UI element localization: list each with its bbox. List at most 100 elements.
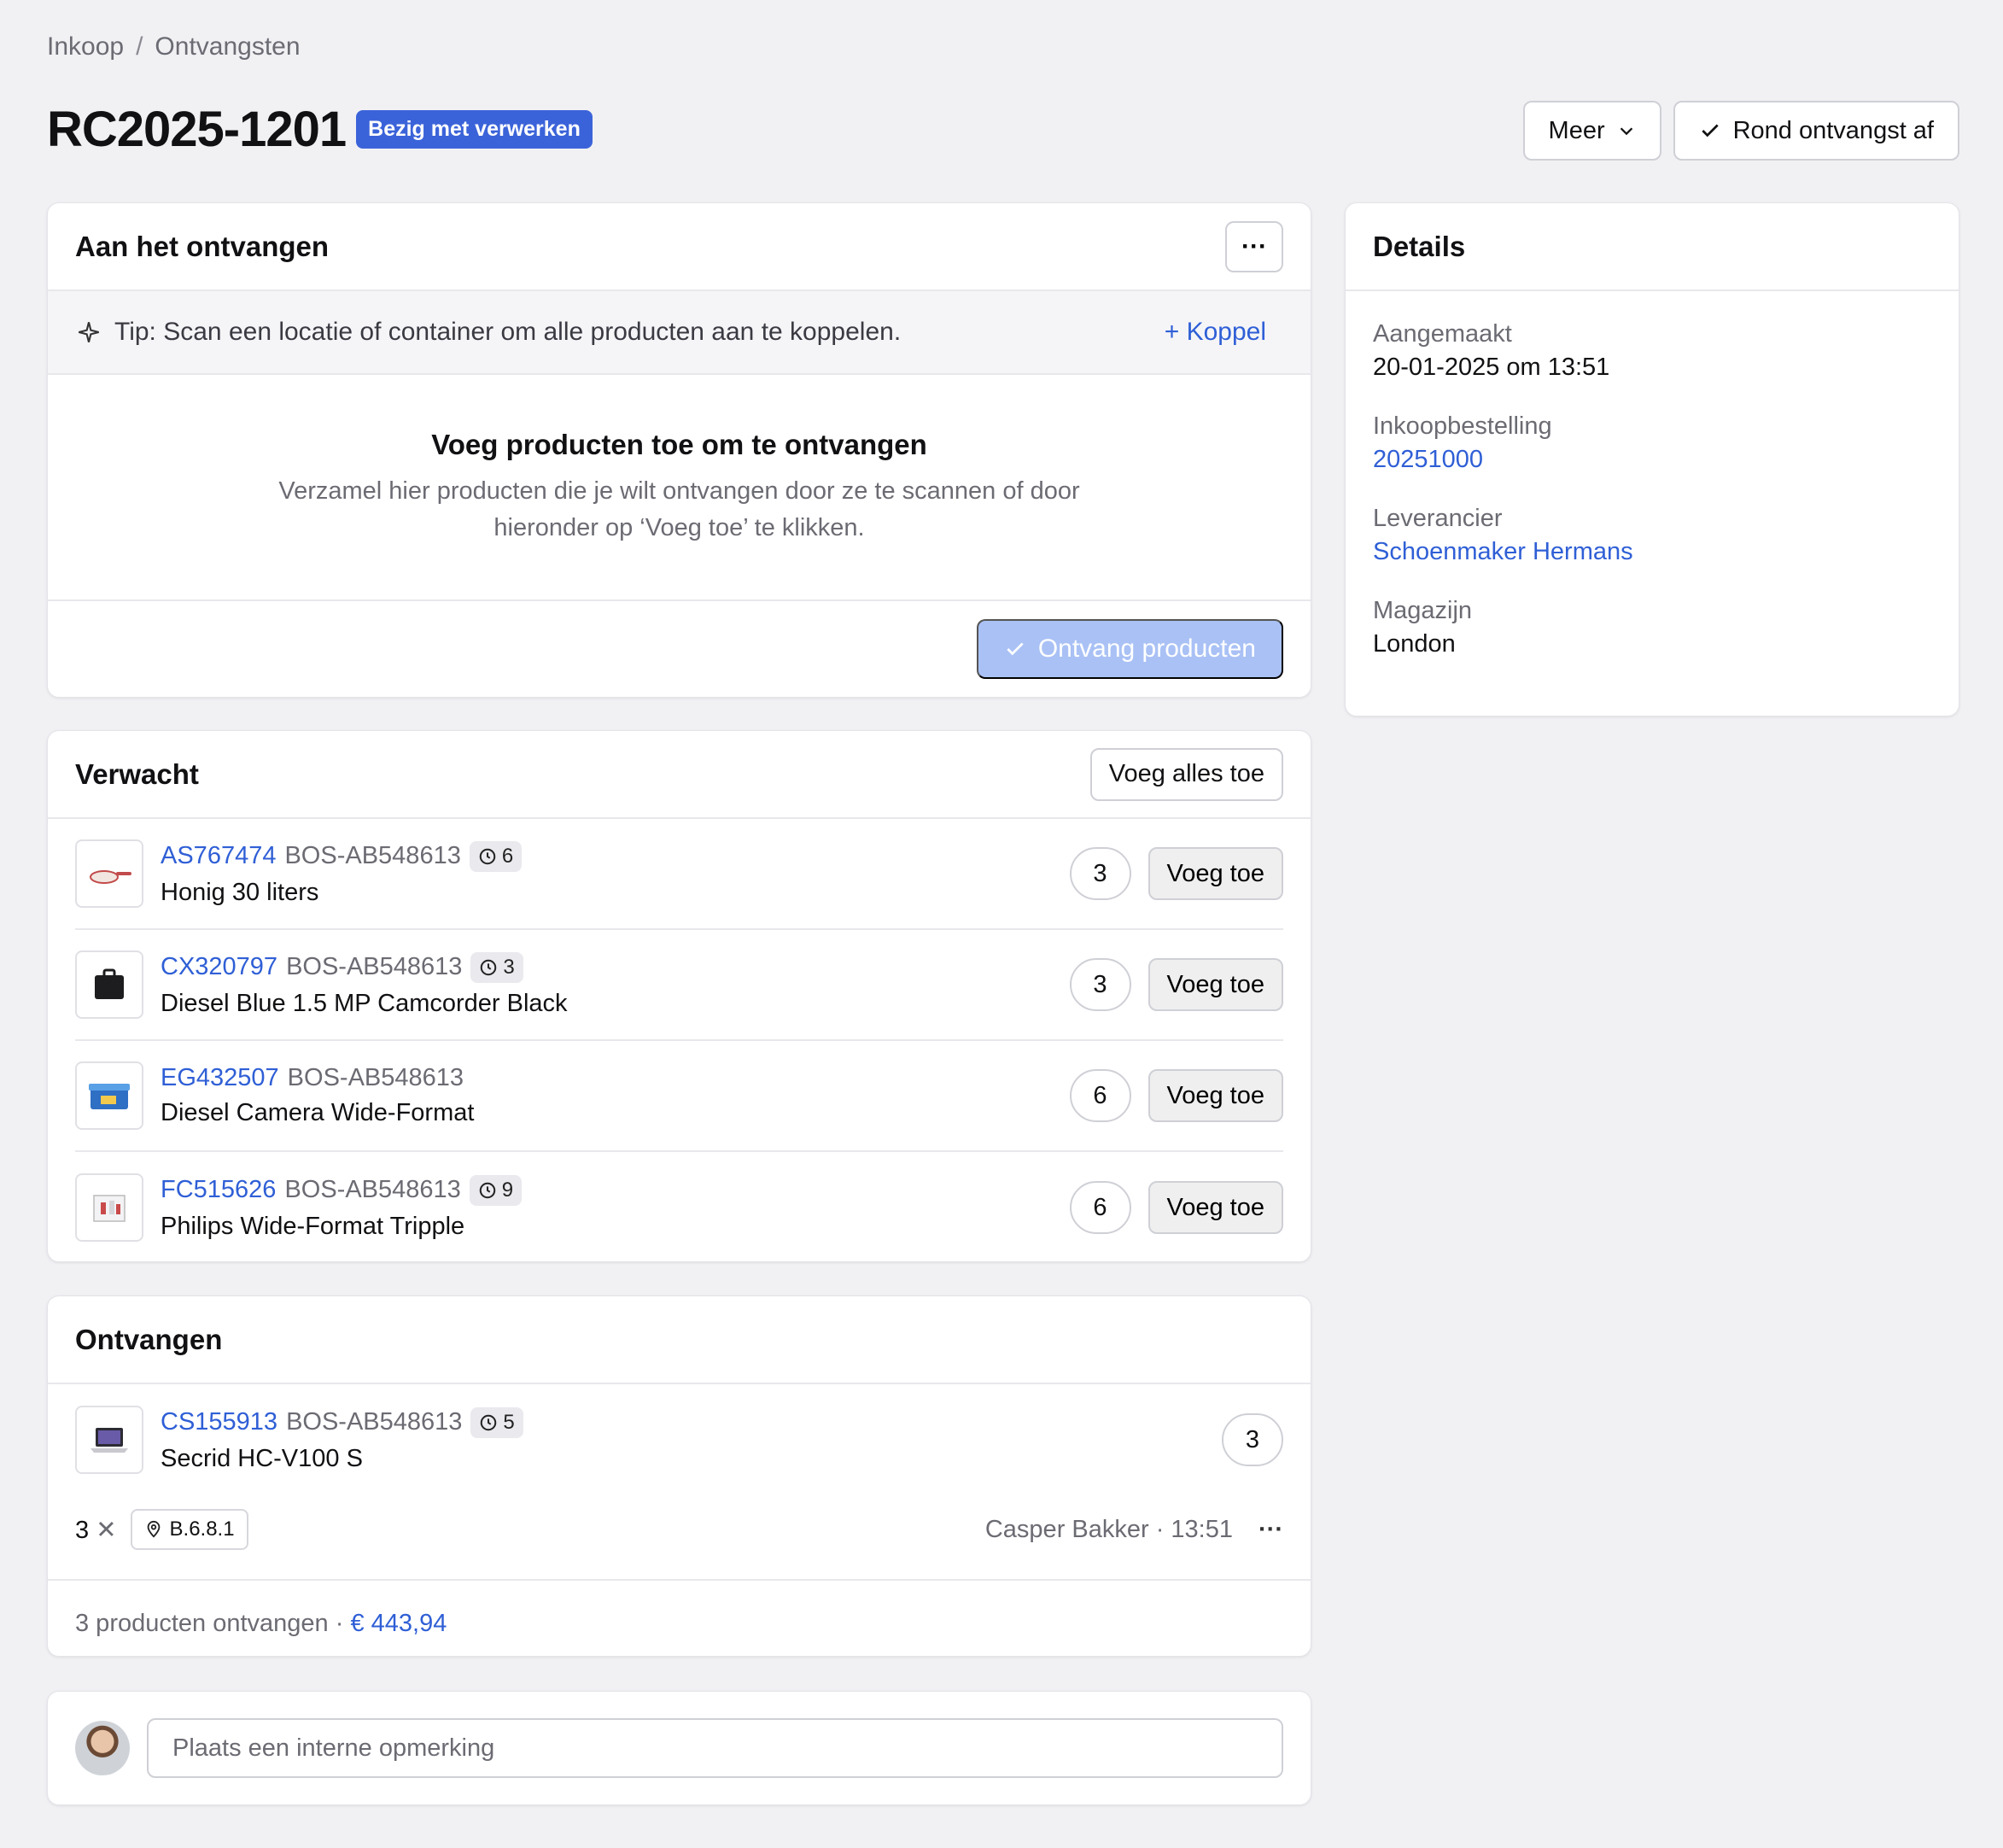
- storage-box-icon: [89, 1084, 130, 1109]
- clock-icon: [479, 848, 496, 864]
- received-by: Casper Bakker · 13:51: [984, 1515, 1234, 1543]
- sku-link[interactable]: CX320797: [161, 953, 277, 981]
- product-name: Diesel Camera Wide-Format: [161, 1099, 475, 1126]
- reference: BOS-AB548613: [286, 1408, 463, 1436]
- backorder-count: 3: [503, 955, 515, 979]
- sparkle-icon: [79, 322, 99, 342]
- map-pin-icon: [147, 1520, 160, 1538]
- sku-link[interactable]: CS155913: [161, 1408, 277, 1436]
- received-meta: 3 ✕ B.6.8.1 Casper Bakker · 13:51 ···: [75, 1495, 1283, 1564]
- purchase-order-link[interactable]: 20251000: [1373, 446, 1931, 474]
- avatar: [75, 1721, 130, 1775]
- product-name: Diesel Blue 1.5 MP Camcorder Black: [161, 989, 568, 1017]
- status-badge: Bezig met verwerken: [356, 110, 593, 149]
- add-all-button[interactable]: Voeg alles toe: [1089, 747, 1283, 801]
- created-value: 20-01-2025 om 13:51: [1373, 354, 1610, 381]
- quantity-badge: 6: [1069, 1181, 1131, 1234]
- add-button[interactable]: Voeg toe: [1147, 958, 1283, 1011]
- details-title: Details: [1373, 230, 1466, 262]
- chevron-down-icon: [1620, 127, 1632, 136]
- complete-receipt-button[interactable]: Rond ontvangst af: [1673, 101, 1959, 161]
- product-name: Philips Wide-Format Tripple: [161, 1212, 465, 1240]
- quantity-badge: 3: [1069, 958, 1131, 1011]
- add-all-label: Voeg alles toe: [1108, 760, 1264, 787]
- product-thumbnail: [75, 839, 143, 908]
- reference: BOS-AB548613: [287, 1064, 464, 1091]
- sku-link[interactable]: AS767474: [161, 842, 276, 870]
- comment-card: [47, 1691, 1311, 1805]
- product-thumbnail: [75, 1061, 143, 1130]
- expected-card: Verwacht Voeg alles toe AS767474 BOS-AB5…: [47, 730, 1311, 1262]
- laptop-icon: [91, 1428, 128, 1453]
- reference: BOS-AB548613: [284, 842, 461, 869]
- complete-label: Rond ontvangst af: [1732, 116, 1934, 144]
- received-card: Ontvangen CS155913 BOS-AB548613 5 Secrid…: [47, 1295, 1311, 1657]
- product-name: Secrid HC-V100 S: [161, 1444, 363, 1472]
- supplier-link[interactable]: Schoenmaker Hermans: [1373, 538, 1931, 566]
- clock-icon: [481, 1414, 497, 1430]
- more-button[interactable]: Meer: [1522, 101, 1661, 161]
- header-actions: Meer Rond ontvangst af: [1522, 101, 1959, 161]
- location-code: B.6.8.1: [169, 1518, 235, 1541]
- sku-link[interactable]: EG432507: [161, 1064, 279, 1092]
- briefcase-icon: [95, 968, 124, 999]
- tip-text: Tip: Scan een locatie of container om al…: [114, 318, 902, 346]
- list-item: EG432507 BOS-AB548613 Diesel Camera Wide…: [75, 1041, 1283, 1152]
- page-title: RC2025-1201: [47, 102, 347, 157]
- list-item: AS767474 BOS-AB548613 6 Honig 30 liters …: [75, 819, 1283, 930]
- empty-state: Voeg producten toe om te ontvangen Verza…: [48, 375, 1311, 601]
- tip-banner: Tip: Scan een locatie of container om al…: [48, 291, 1311, 375]
- quantity-badge: 6: [1069, 1069, 1131, 1122]
- more-options-button[interactable]: ···: [1225, 220, 1283, 272]
- receive-products-label: Ontvang producten: [1037, 635, 1256, 663]
- breadcrumb-item-inkoop[interactable]: Inkoop: [47, 32, 124, 61]
- breadcrumb: Inkoop / Ontvangsten: [47, 32, 301, 61]
- comment-input[interactable]: [147, 1718, 1283, 1778]
- close-icon: ✕: [96, 1516, 117, 1544]
- product-thumbnail: [75, 1173, 143, 1242]
- pan-icon: [90, 870, 131, 884]
- list-item: FC515626 BOS-AB548613 9 Philips Wide-For…: [75, 1152, 1283, 1263]
- ellipsis-icon: ···: [1241, 231, 1267, 260]
- link-button[interactable]: + Koppel: [1165, 318, 1266, 347]
- check-icon: [1701, 124, 1719, 137]
- location-chip[interactable]: B.6.8.1: [130, 1509, 248, 1550]
- receiving-title: Aan het ontvangen: [75, 230, 330, 262]
- backorder-count: 9: [501, 1178, 514, 1202]
- backorder-count: 5: [503, 1410, 515, 1434]
- receive-products-button[interactable]: Ontvang producten: [976, 619, 1283, 679]
- backorder-badge: 3: [470, 951, 523, 983]
- multiplier: 3 ✕: [75, 1516, 117, 1544]
- received-title: Ontvangen: [75, 1323, 223, 1355]
- check-icon: [1007, 642, 1024, 656]
- reference: BOS-AB548613: [284, 1176, 461, 1203]
- breadcrumb-separator: /: [136, 32, 143, 61]
- clock-icon: [481, 959, 497, 975]
- package-icon: [93, 1195, 126, 1222]
- purchase-order-label: Inkoopbestelling: [1373, 412, 1552, 440]
- receiving-footer: Ontvang producten: [48, 601, 1311, 697]
- created-label: Aangemaakt: [1373, 320, 1512, 348]
- empty-description: Verzamel hier producten die je wilt ontv…: [278, 477, 1080, 541]
- add-button[interactable]: Voeg toe: [1147, 847, 1283, 900]
- add-button[interactable]: Voeg toe: [1147, 1069, 1283, 1122]
- breadcrumb-item-ontvangsten[interactable]: Ontvangsten: [155, 32, 300, 61]
- backorder-badge: 9: [469, 1174, 523, 1206]
- list-item: CX320797 BOS-AB548613 3 Diesel Blue 1.5 …: [75, 930, 1283, 1041]
- quantity-badge: 3: [1069, 847, 1131, 900]
- product-thumbnail: [75, 950, 143, 1019]
- add-button[interactable]: Voeg toe: [1147, 1181, 1283, 1234]
- sku-link[interactable]: FC515626: [161, 1176, 276, 1204]
- received-header: Ontvangen: [48, 1296, 1311, 1384]
- backorder-count: 6: [501, 844, 514, 868]
- product-name: Honig 30 liters: [161, 878, 319, 906]
- reference: BOS-AB548613: [286, 953, 463, 980]
- details-header: Details: [1346, 203, 1959, 291]
- quantity-badge: 3: [1222, 1413, 1283, 1466]
- receiving-header: Aan het ontvangen ···: [48, 203, 1311, 291]
- received-summary: 3 producten ontvangen · € 443,94: [48, 1579, 1311, 1666]
- summary-text: 3 producten ontvangen ·: [75, 1609, 344, 1637]
- more-label: Meer: [1548, 116, 1605, 144]
- empty-title: Voeg producten toe om te ontvangen: [431, 428, 927, 460]
- ellipsis-icon[interactable]: ···: [1258, 1516, 1283, 1544]
